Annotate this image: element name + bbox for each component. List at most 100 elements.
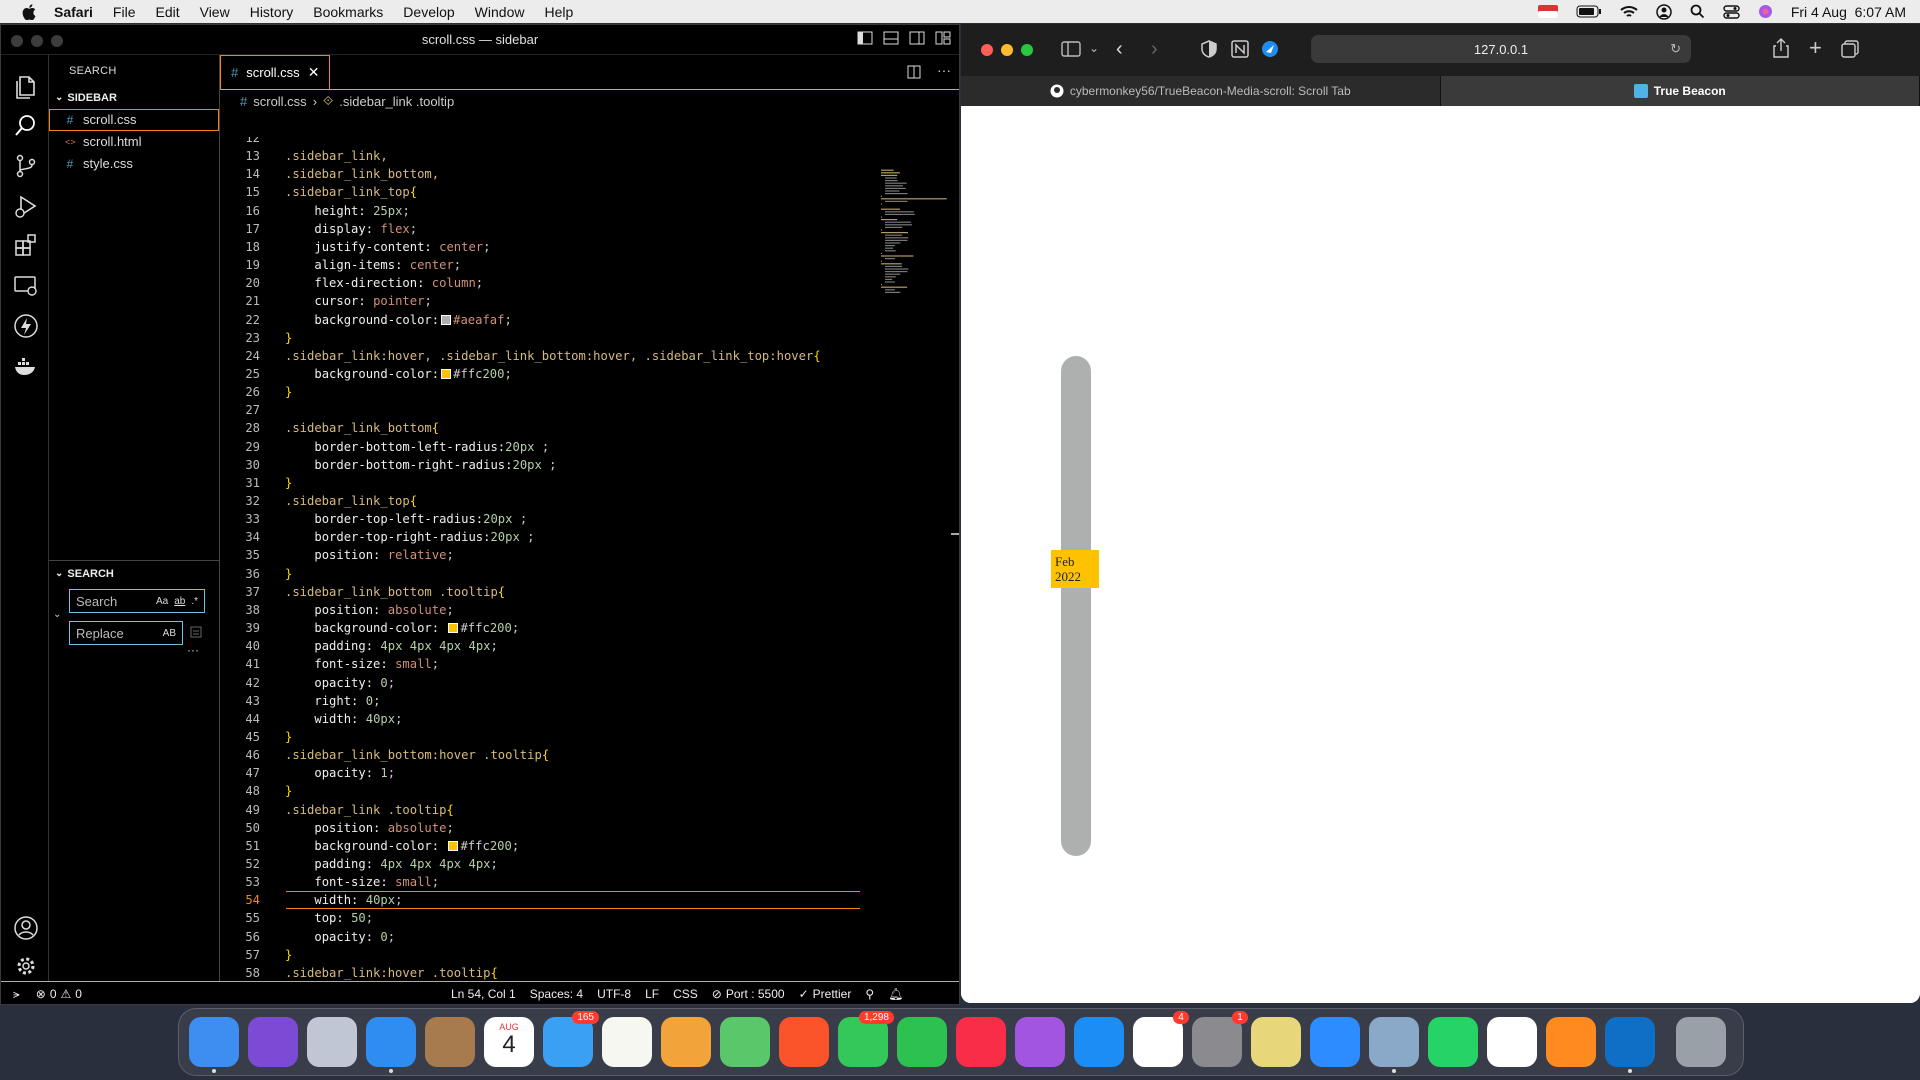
regex-toggle[interactable]: .* (191, 596, 198, 607)
mail-icon[interactable]: 165 (543, 1011, 599, 1067)
contacts-icon[interactable] (425, 1017, 475, 1067)
prettier-status[interactable]: ✓ Prettier (799, 987, 852, 1001)
file-item-scroll-html[interactable]: <> scroll.html (49, 131, 219, 153)
source-control-icon[interactable] (13, 153, 39, 179)
folder-header[interactable]: ⌄ SIDEBAR (49, 87, 219, 109)
preview-icon[interactable] (1369, 1017, 1419, 1073)
code-line[interactable]: 16 height: 25px; (220, 202, 860, 220)
toggle-secondary-sidebar-icon[interactable] (909, 31, 925, 45)
system-settings-icon[interactable]: 1 (1192, 1011, 1248, 1067)
code-line[interactable]: 42 opacity: 0; (220, 674, 860, 692)
code-line[interactable]: 32 .sidebar_link_top{ (220, 492, 860, 510)
messages-icon[interactable]: 1,298 (838, 1011, 894, 1067)
safari-icon[interactable] (366, 1017, 416, 1073)
code-line[interactable]: 49 .sidebar_link .tooltip{ (220, 801, 860, 819)
music-icon[interactable] (956, 1017, 1006, 1067)
close-window-button[interactable] (11, 35, 23, 47)
code-line[interactable]: 22 background-color: #aeafaf; (220, 311, 860, 329)
code-line[interactable]: 45} (220, 728, 860, 746)
books-icon[interactable] (1546, 1017, 1596, 1067)
code-line[interactable]: 51 background-color: #ffc200; (220, 837, 860, 855)
apple-menu-icon[interactable] (18, 1, 40, 23)
toggle-replace-icon[interactable]: ⌄ (53, 609, 61, 620)
menu-history[interactable]: History (240, 4, 304, 20)
zoom-window-button[interactable] (51, 35, 63, 47)
reload-icon[interactable]: ↻ (1670, 41, 1681, 57)
replace-input[interactable]: Replace AB (69, 621, 183, 645)
language-mode[interactable]: CSS (673, 987, 698, 1001)
notion-extension-icon[interactable] (1231, 40, 1249, 58)
tab-overview-icon[interactable] (1841, 40, 1859, 58)
file-item-style-css[interactable]: # style.css (49, 153, 219, 175)
whatsapp-icon[interactable] (1428, 1017, 1478, 1067)
notes-icon[interactable] (602, 1017, 652, 1067)
launchpad-icon[interactable] (307, 1017, 357, 1067)
control-center-icon[interactable] (1723, 4, 1740, 19)
code-line[interactable]: 34 border-top-right-radius:20px ; (220, 528, 860, 546)
remote-icon[interactable]: ⪫ (13, 987, 20, 1002)
code-line[interactable]: 44 width: 40px; (220, 710, 860, 728)
maps-icon[interactable] (720, 1017, 770, 1067)
code-line[interactable]: 28 .sidebar_link_bottom{ (220, 419, 860, 437)
sidebar-toggle-icon[interactable] (1061, 41, 1081, 57)
code-line[interactable]: 37 .sidebar_link_bottom .tooltip{ (220, 583, 860, 601)
code-line[interactable]: 58 .sidebar_link:hover .tooltip{ (220, 964, 860, 981)
manage-gear-icon[interactable] (13, 955, 39, 975)
minimize-window-button[interactable] (31, 35, 43, 47)
photos-icon[interactable] (661, 1017, 711, 1067)
encoding[interactable]: UTF-8 (597, 987, 631, 1001)
spotlight-icon[interactable] (1690, 4, 1705, 19)
extension-blue-icon[interactable] (1261, 40, 1279, 58)
close-tab-icon[interactable]: ✕ (308, 64, 320, 81)
siri-menu-icon[interactable] (1758, 4, 1773, 19)
code-line[interactable]: 33 border-top-left-radius:20px ; (220, 510, 860, 528)
customize-layout-icon[interactable] (935, 31, 951, 45)
calendar-icon[interactable]: AUG 4 (484, 1017, 534, 1067)
trash-icon[interactable] (1676, 1017, 1726, 1067)
code-line[interactable]: 41 font-size: small; (220, 655, 860, 673)
accounts-icon[interactable] (13, 915, 39, 941)
code-line[interactable]: 21 cursor: pointer; (220, 292, 860, 310)
docker-icon[interactable] (13, 353, 39, 379)
user-icon[interactable] (1656, 3, 1672, 20)
menu-window[interactable]: Window (465, 4, 535, 20)
run-debug-icon[interactable] (13, 193, 39, 219)
live-server-port[interactable]: ⊘ Port : 5500 (712, 987, 785, 1001)
privacy-shield-icon[interactable] (1201, 40, 1217, 58)
feedback-icon[interactable]: ⚲ (865, 987, 874, 1001)
breadcrumb-symbol[interactable]: .sidebar_link .tooltip (339, 94, 454, 109)
tab-scroll-css[interactable]: # scroll.css ✕ (220, 54, 331, 90)
battery-icon[interactable] (1576, 5, 1602, 18)
split-editor-icon[interactable] (907, 65, 921, 79)
code-area[interactable]: 12 13 .sidebar_link, 14 .sidebar_link_bottom… (220, 137, 860, 981)
menu-edit[interactable]: Edit (145, 4, 189, 20)
toggle-sidebar-icon[interactable] (857, 31, 873, 45)
more-options-button[interactable]: ··· (187, 643, 199, 657)
code-line[interactable]: 20 flex-direction: column; (220, 274, 860, 292)
brave-icon[interactable] (779, 1017, 829, 1067)
notifications-bell-icon[interactable]: 🔔︎ (888, 987, 903, 1001)
vscode-icon[interactable] (1605, 1017, 1655, 1073)
search-input[interactable]: Search Aa ab .* (69, 589, 205, 613)
code-line[interactable]: 27 (220, 401, 860, 419)
code-line[interactable]: 47 opacity: 1; (220, 764, 860, 782)
code-line[interactable]: 56 opacity: 0; (220, 928, 860, 946)
notion-icon[interactable] (1487, 1017, 1537, 1067)
remote-explorer-icon[interactable] (13, 273, 39, 299)
stickies-icon[interactable] (1251, 1017, 1301, 1067)
cursor-position[interactable]: Ln 54, Col 1 (451, 987, 516, 1001)
code-line[interactable]: 40 padding: 4px 4px 4px 4px; (220, 637, 860, 655)
menu-app-name[interactable]: Safari (44, 4, 103, 20)
code-line[interactable]: 35 position: relative; (220, 546, 860, 564)
flag-icon[interactable] (1537, 5, 1558, 18)
code-line[interactable]: 23} (220, 329, 860, 347)
code-line[interactable]: 48} (220, 782, 860, 800)
explorer-icon[interactable] (13, 73, 39, 99)
app-store-icon[interactable] (1074, 1017, 1124, 1067)
zoom-window-button[interactable] (1021, 44, 1033, 56)
editor-scrollbar[interactable] (949, 137, 960, 981)
new-tab-icon[interactable]: + (1809, 35, 1822, 61)
close-window-button[interactable] (981, 44, 993, 56)
chevron-down-icon[interactable]: ⌄ (1089, 41, 1099, 55)
siri-icon[interactable] (248, 1017, 298, 1067)
